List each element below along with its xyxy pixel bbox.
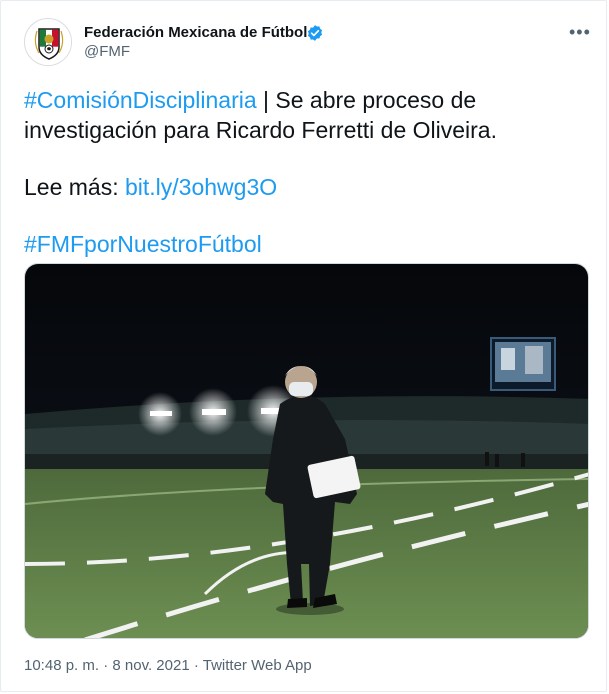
tweet-card: Federación Mexicana de Fútbol @FMF ••• #… [0, 0, 607, 692]
tweet-paragraph-1: #ComisiónDisciplinaria | Se abre proceso… [24, 85, 584, 145]
fmf-crest-icon [26, 20, 71, 65]
tweet-text: #ComisiónDisciplinaria | Se abre proceso… [24, 85, 584, 286]
more-options-icon[interactable]: ••• [569, 22, 591, 43]
tweet-time[interactable]: 10:48 p. m. [24, 657, 99, 674]
read-more-label: Lee más: [24, 174, 125, 200]
tweet-paragraph-3: #FMFporNuestroFútbol [24, 229, 584, 259]
tweet-source[interactable]: Twitter Web App [203, 657, 312, 674]
meta-dot: · [99, 657, 113, 674]
fmf-logo-avatar[interactable] [24, 18, 72, 66]
author-handle[interactable]: @FMF [84, 43, 130, 60]
tweet-metadata: 10:48 p. m. · 8 nov. 2021 · Twitter Web … [24, 657, 312, 674]
stadium-photo [25, 264, 588, 638]
read-more-link[interactable]: bit.ly/3ohwg3O [125, 174, 277, 200]
author-name[interactable]: Federación Mexicana de Fútbol [84, 24, 307, 41]
tweet-date[interactable]: 8 nov. 2021 [112, 657, 189, 674]
meta-dot: · [189, 657, 203, 674]
tweet-photo[interactable] [24, 263, 589, 639]
text-separator: | [256, 87, 276, 113]
verified-badge-icon [307, 25, 323, 41]
tweet-paragraph-2: Lee más: bit.ly/3ohwg3O [24, 172, 584, 202]
hashtag-fmf-por-nuestro-futbol[interactable]: #FMFporNuestroFútbol [24, 231, 262, 257]
hashtag-comision-disciplinaria[interactable]: #ComisiónDisciplinaria [24, 87, 257, 113]
